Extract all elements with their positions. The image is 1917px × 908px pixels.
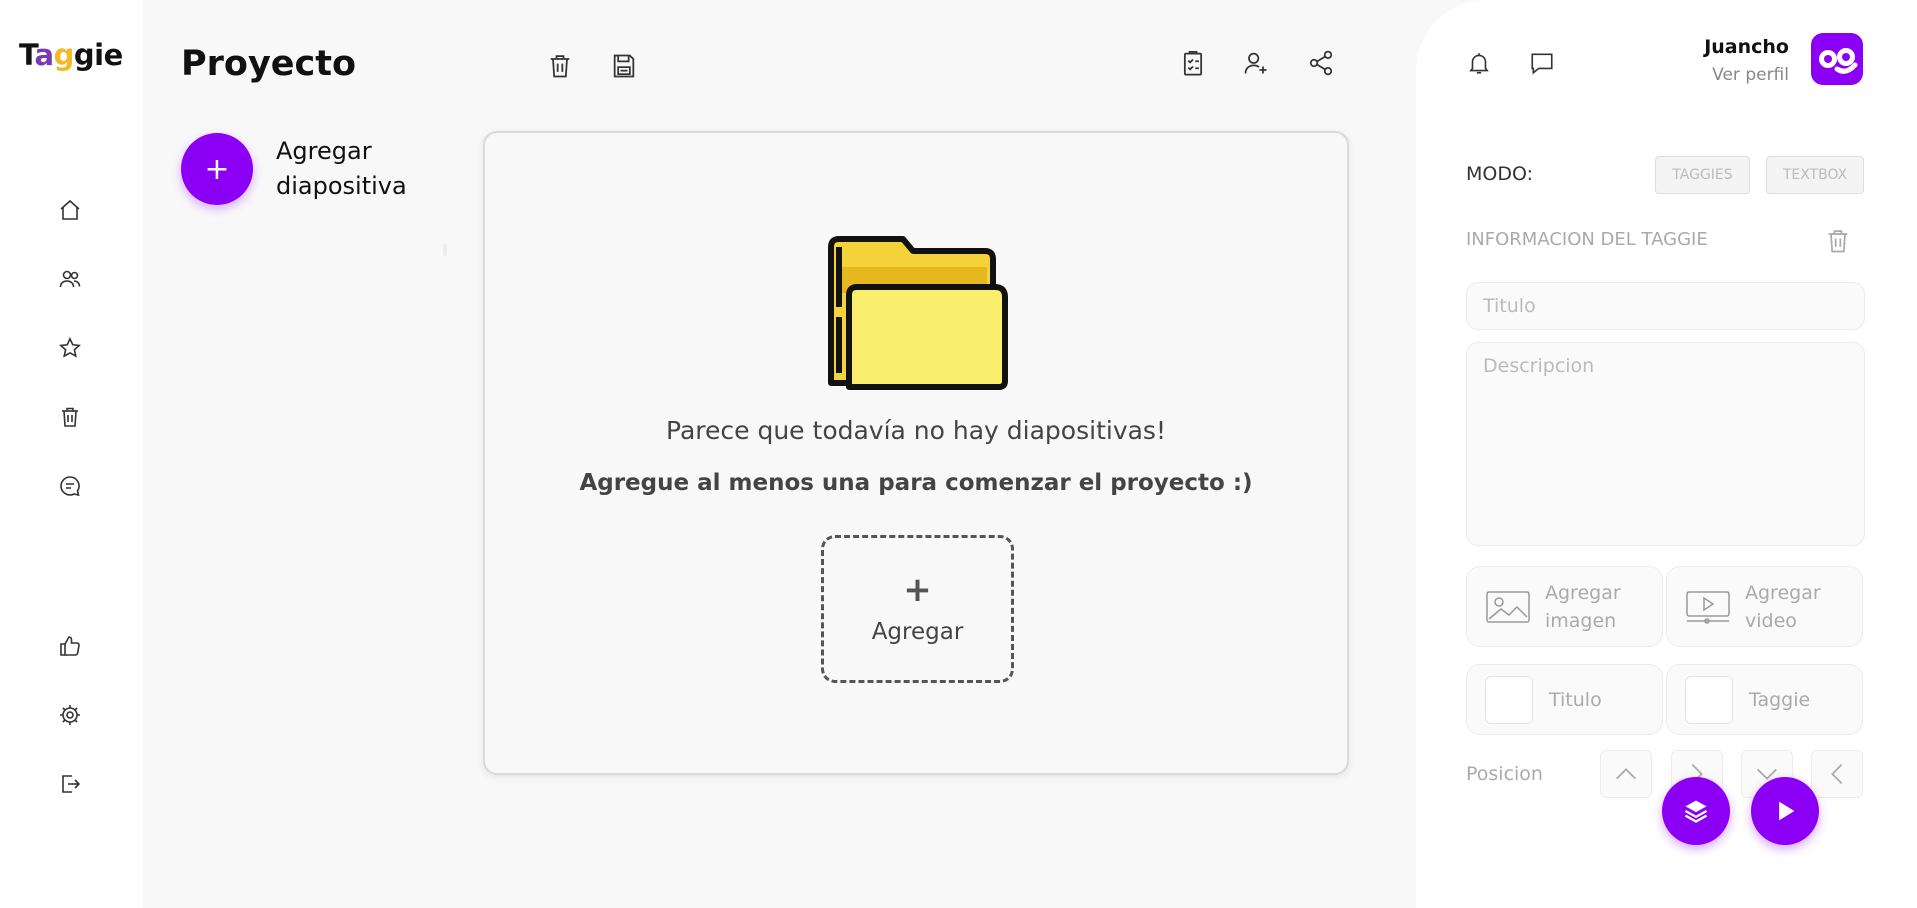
taggie-description-input[interactable]: Descripcion [1466, 342, 1865, 546]
add-image-label: Agregar imagen [1545, 581, 1621, 632]
add-slide-button[interactable]: + [181, 133, 253, 205]
chevron-left-icon [1831, 764, 1843, 784]
trash-icon[interactable] [1822, 225, 1854, 257]
gear-icon[interactable] [56, 701, 84, 729]
sidebar: Taggie [0, 0, 143, 908]
add-user-icon[interactable] [1240, 47, 1272, 79]
clipboard-check-icon[interactable] [1177, 47, 1209, 79]
delete-project-icon[interactable] [544, 50, 576, 82]
mode-label: MODO: [1466, 163, 1534, 185]
add-video-button[interactable]: Agregar video [1666, 566, 1863, 647]
share-icon[interactable] [1305, 47, 1337, 79]
taggie-info-label: INFORMACION DEL TAGGIE [1466, 229, 1708, 250]
chat-icon[interactable] [56, 472, 84, 500]
home-icon[interactable] [56, 196, 84, 224]
plus-icon: + [903, 570, 932, 610]
view-profile-link[interactable]: Ver perfil [1712, 65, 1789, 85]
add-slide-label[interactable]: Agregar diapositiva [276, 134, 426, 204]
message-icon[interactable] [1526, 47, 1558, 79]
taggie-title-input[interactable]: Titulo [1466, 282, 1865, 330]
toggle-taggie-button[interactable]: Taggie [1666, 664, 1863, 735]
bell-icon[interactable] [1463, 47, 1495, 79]
position-label: Posicion [1466, 763, 1543, 785]
slides-scrollbar[interactable] [443, 244, 447, 256]
toggle-taggie-label: Taggie [1749, 688, 1811, 711]
users-icon[interactable] [56, 265, 84, 293]
add-slide-box-label: Agregar [871, 619, 964, 645]
chevron-up-icon [1616, 768, 1636, 780]
play-button[interactable] [1751, 777, 1819, 845]
avatar[interactable] [1811, 33, 1863, 85]
title-checkbox[interactable] [1485, 675, 1533, 724]
star-icon[interactable] [56, 334, 84, 362]
toggle-title-label: Titulo [1549, 688, 1602, 711]
image-icon [1485, 589, 1531, 625]
trash-icon[interactable] [56, 403, 84, 431]
folder-icon [828, 236, 1008, 390]
video-icon [1685, 589, 1731, 625]
slide-canvas: Parece que todavía no hay diapositivas! … [483, 131, 1349, 775]
page-title: Proyecto [181, 44, 357, 84]
save-icon[interactable] [608, 50, 640, 82]
toggle-title-button[interactable]: Titulo [1466, 664, 1663, 735]
taggie-checkbox[interactable] [1685, 675, 1733, 724]
add-slide-box[interactable]: + Agregar [821, 535, 1014, 683]
logout-icon[interactable] [56, 770, 84, 798]
add-video-label: Agregar video [1745, 581, 1821, 632]
logo[interactable]: Taggie [19, 38, 123, 72]
user-name: Juancho [1704, 36, 1789, 58]
mode-taggies-button[interactable]: TAGGIES [1655, 156, 1750, 194]
mode-textbox-button[interactable]: TEXTBOX [1766, 156, 1864, 194]
thumbs-up-icon[interactable] [56, 632, 84, 660]
position-left-button[interactable] [1811, 750, 1863, 798]
empty-message: Parece que todavía no hay diapositivas! [666, 416, 1166, 445]
empty-sub-message: Agregue al menos una para comenzar el pr… [579, 470, 1253, 496]
position-up-button[interactable] [1600, 750, 1652, 798]
layers-button[interactable] [1662, 777, 1730, 845]
layers-icon [1684, 800, 1708, 823]
add-image-button[interactable]: Agregar imagen [1466, 566, 1663, 647]
play-icon [1779, 801, 1795, 821]
